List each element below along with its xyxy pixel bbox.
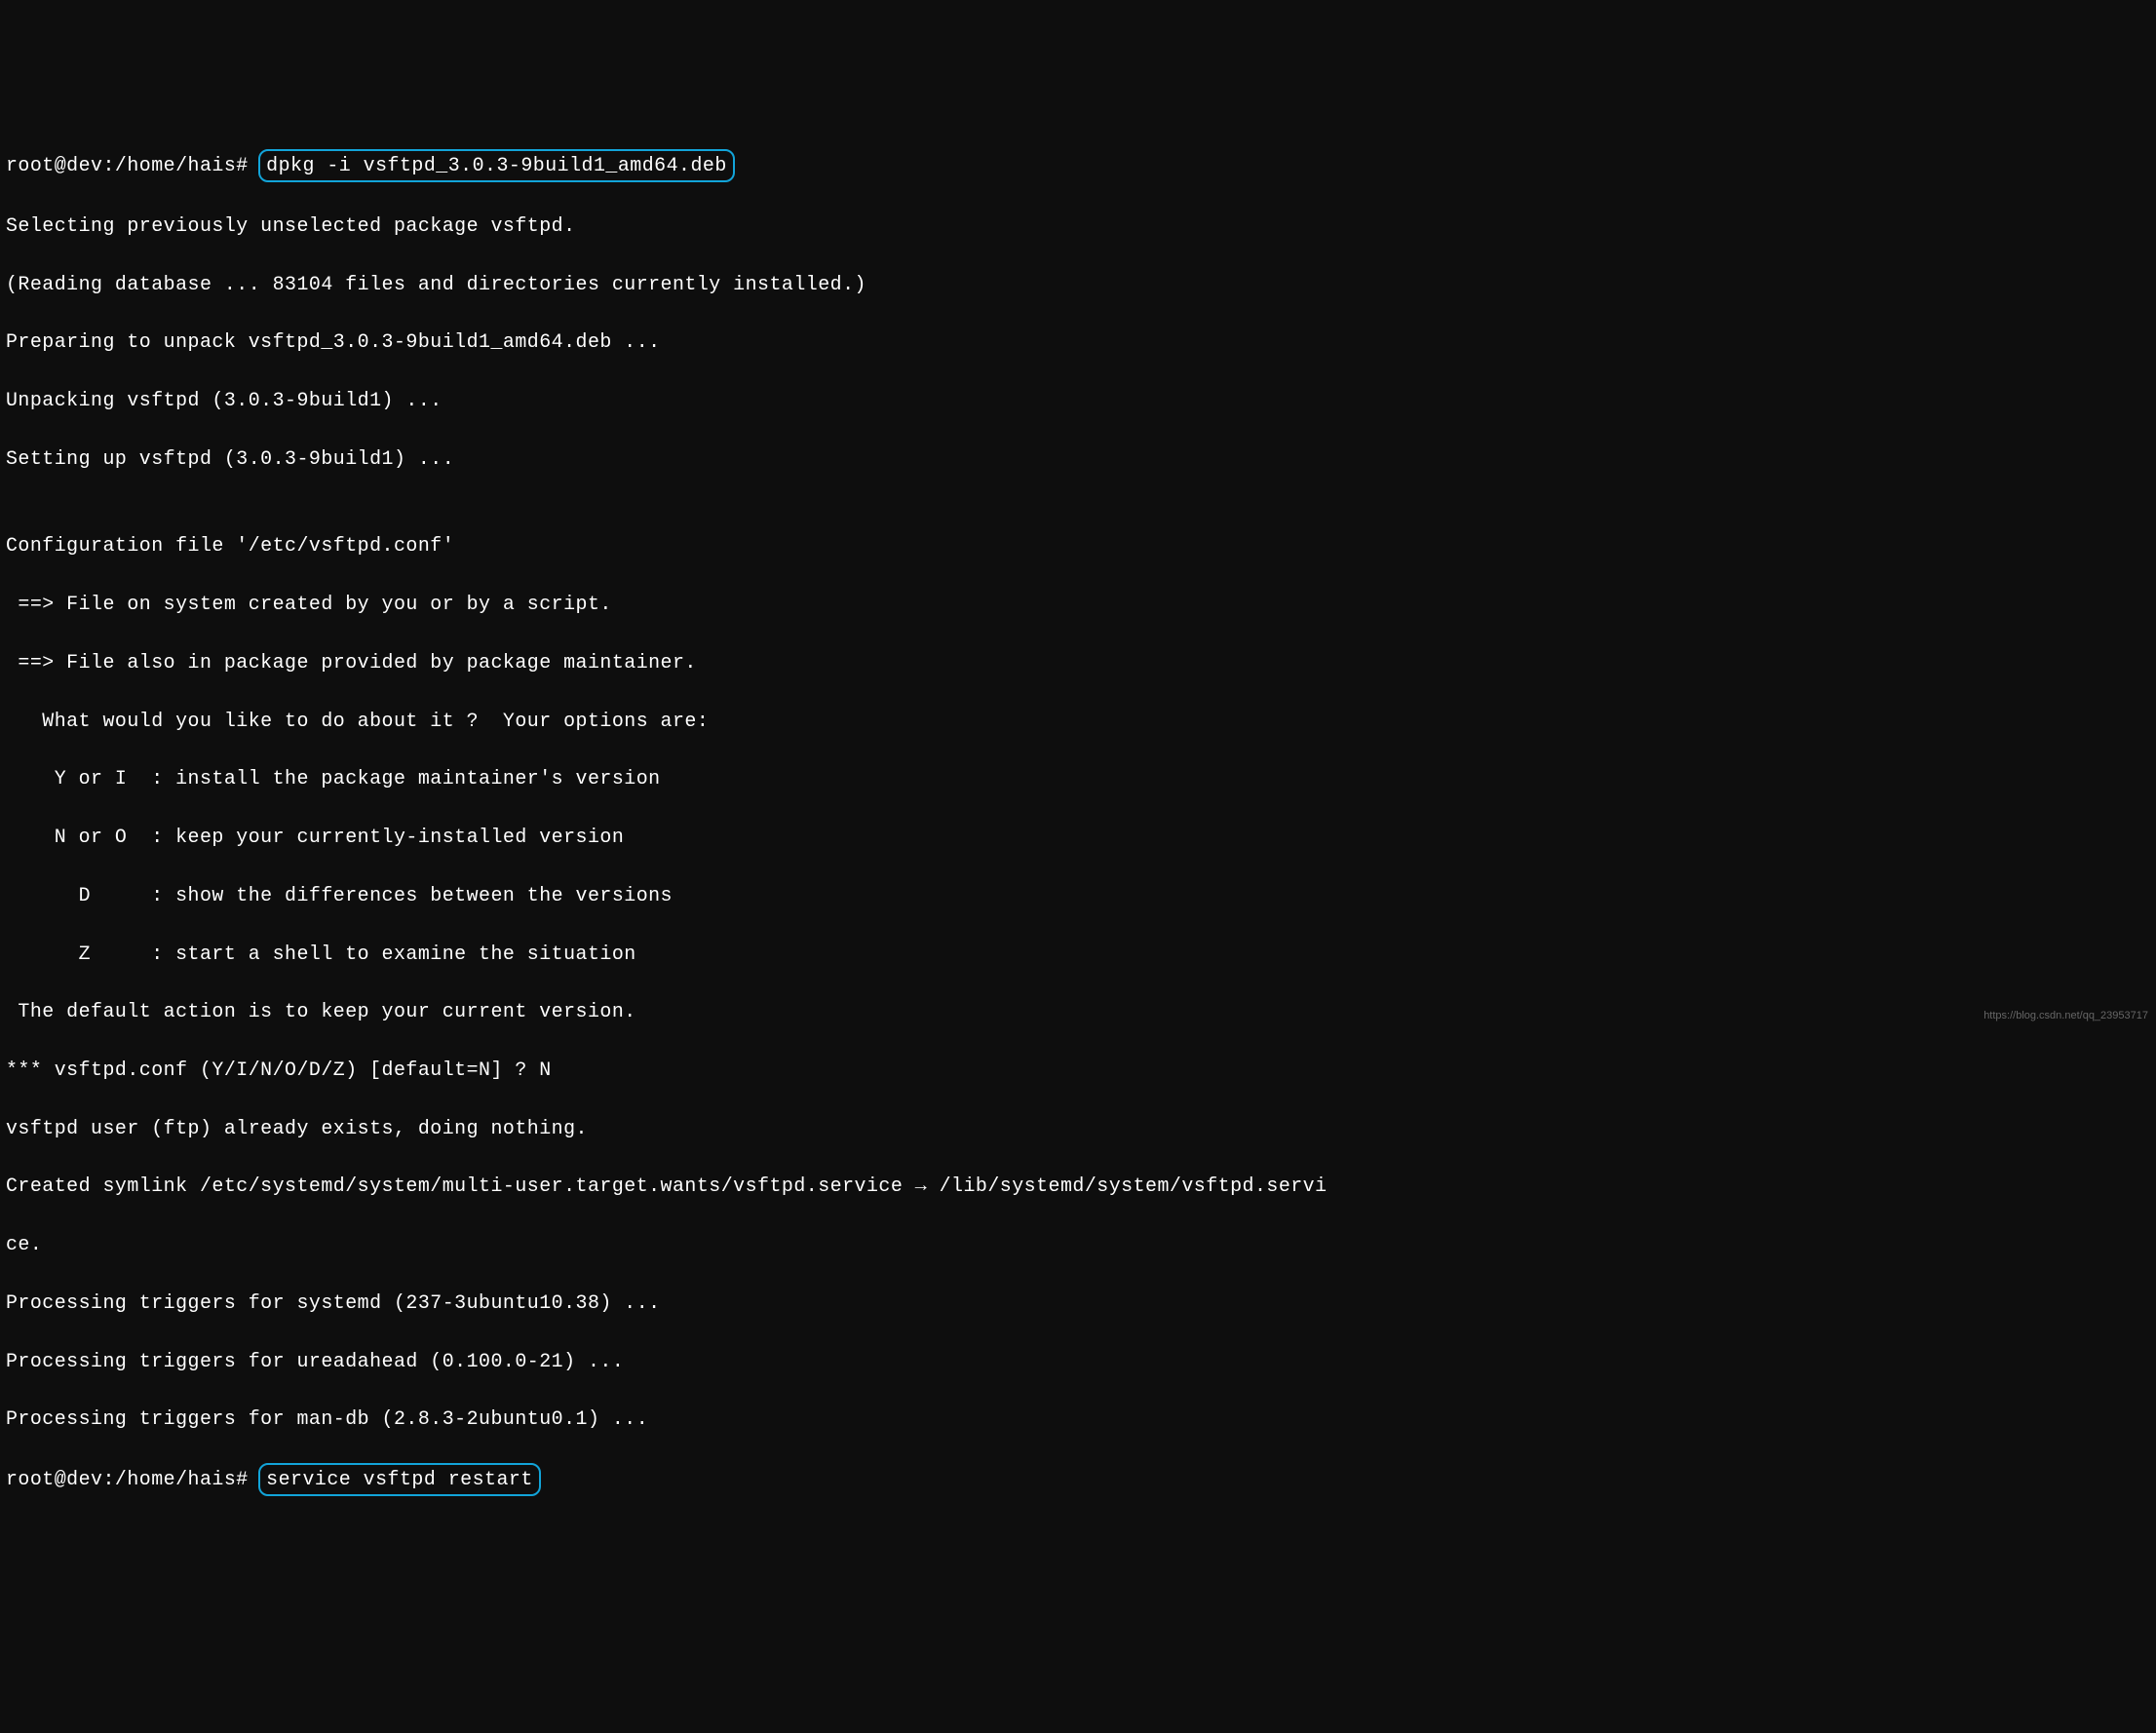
output-line: ==> File also in package provided by pac… [6,648,2150,677]
highlighted-command-2: service vsftpd restart [258,1463,541,1496]
output-line: The default action is to keep your curre… [6,997,2150,1026]
output-line: ce. [6,1230,2150,1259]
output-line: Created symlink /etc/systemd/system/mult… [6,1172,2150,1201]
output-line: Y or I : install the package maintainer'… [6,764,2150,793]
prompt-line-2: root@dev:/home/hais# service vsftpd rest… [6,1463,2150,1496]
output-line: ==> File on system created by you or by … [6,590,2150,619]
output-line: Z : start a shell to examine the situati… [6,940,2150,969]
output-line: *** vsftpd.conf (Y/I/N/O/D/Z) [default=N… [6,1056,2150,1085]
output-line: vsftpd user (ftp) already exists, doing … [6,1114,2150,1143]
output-line: Processing triggers for man-db (2.8.3-2u… [6,1405,2150,1434]
output-line: Processing triggers for systemd (237-3ub… [6,1289,2150,1318]
output-line: Configuration file '/etc/vsftpd.conf' [6,531,2150,560]
output-line: Setting up vsftpd (3.0.3-9build1) ... [6,444,2150,474]
prompt-line-1: root@dev:/home/hais# dpkg -i vsftpd_3.0.… [6,149,2150,182]
watermark-text: https://blog.csdn.net/qq_23953717 [1983,1008,2148,1024]
prompt-prefix: root@dev:/home/hais# [6,1468,260,1490]
output-line: Selecting previously unselected package … [6,212,2150,241]
terminal-output[interactable]: root@dev:/home/hais# dpkg -i vsftpd_3.0.… [6,120,2150,1524]
output-line: What would you like to do about it ? You… [6,707,2150,736]
output-line: Processing triggers for ureadahead (0.10… [6,1347,2150,1376]
prompt-prefix: root@dev:/home/hais# [6,154,260,176]
output-line: (Reading database ... 83104 files and di… [6,270,2150,299]
highlighted-command-1: dpkg -i vsftpd_3.0.3-9build1_amd64.deb [258,149,735,182]
output-line: Preparing to unpack vsftpd_3.0.3-9build1… [6,327,2150,357]
output-line: Unpacking vsftpd (3.0.3-9build1) ... [6,386,2150,415]
output-line: D : show the differences between the ver… [6,881,2150,910]
output-line: N or O : keep your currently-installed v… [6,823,2150,852]
